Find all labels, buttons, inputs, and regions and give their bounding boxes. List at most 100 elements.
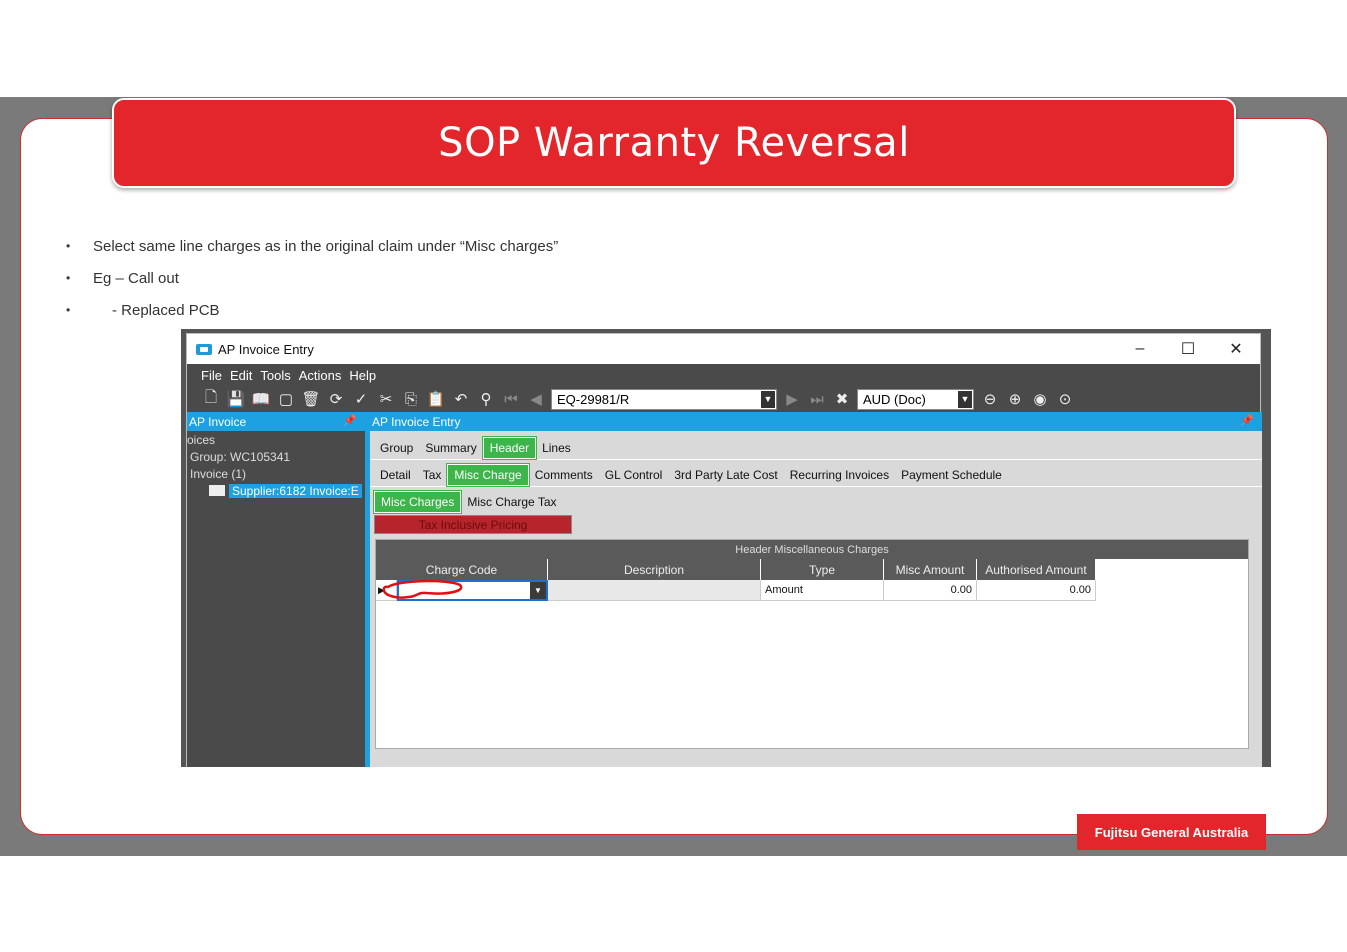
ap-invoice-window: AP Invoice Entry – ☐ ✕ File Edit Tools A… [186,333,1262,767]
paste-icon[interactable]: 📋 [426,390,446,408]
invoice-entry-title: AP Invoice Entry [372,414,461,429]
menu-help[interactable]: Help [349,368,376,383]
navigation-pane-header: AP Invoice 📌 [187,412,365,431]
grid-title: Header Miscellaneous Charges [376,540,1248,559]
window-title: AP Invoice Entry [218,341,314,357]
grid-header-row: Charge Code Description Type Misc Amount… [376,559,1248,580]
bullet-text: Select same line charges as in the origi… [93,237,559,255]
undo-icon[interactable]: ↶ [451,390,471,408]
next-record-icon[interactable]: ▶ [782,390,802,408]
footer-brand: Fujitsu General Australia [1077,814,1266,850]
column-header-authorised-amount[interactable]: Authorised Amount [977,559,1096,580]
folder-icon [209,485,225,496]
tree-item-selected[interactable]: Supplier:6182 Invoice:E [187,482,365,499]
minimize-icon[interactable]: – [1117,334,1163,364]
menu-edit[interactable]: Edit [230,368,252,383]
tab-detail[interactable]: Detail [374,464,417,486]
delete-icon[interactable]: 🗑 [301,390,321,408]
prev-record-icon[interactable]: ◀ [526,390,546,408]
bullet-text: Eg – Call out [93,269,179,287]
refresh-icon[interactable]: ⟳ [326,390,346,408]
description-cell[interactable] [548,580,761,601]
column-header-misc-amount[interactable]: Misc Amount [884,559,977,580]
menu-bar: File Edit Tools Actions Help [187,364,1260,386]
column-header-type[interactable]: Type [761,559,884,580]
invoice-entry-header: AP Invoice Entry 📌 [370,412,1262,431]
tabs-level1: Group Summary Header Lines [370,431,1262,460]
forward-icon[interactable]: ⊕ [1005,390,1025,408]
bullet-item: • Eg – Call out [66,269,179,287]
tab-lines[interactable]: Lines [536,437,577,459]
tab-header[interactable]: Header [481,436,538,460]
app-screenshot: AP Invoice Entry – ☐ ✕ File Edit Tools A… [181,329,1271,767]
navigation-tree: oices Group: WC105341 Invoice (1) Suppli… [187,431,365,499]
navigation-pane-title: AP Invoice [189,414,247,429]
back-icon[interactable]: ⊖ [980,390,1000,408]
authorised-amount-cell[interactable]: 0.00 [977,580,1096,601]
record-selector[interactable]: EQ-29981/R ▼ [551,388,777,410]
tree-item[interactable]: oices [187,431,365,448]
tab-summary[interactable]: Summary [419,437,482,459]
tax-inclusive-pricing-toggle[interactable]: Tax Inclusive Pricing [374,515,572,534]
last-record-icon[interactable]: ⏭ [807,391,827,408]
tabs-level2: Detail Tax Misc Charge Comments GL Contr… [370,459,1262,487]
cancel-icon[interactable]: ✖ [832,390,852,408]
column-header-charge-code[interactable]: Charge Code [376,559,548,580]
currency-selector[interactable]: AUD (Doc) ▼ [857,388,974,410]
copy-icon[interactable]: ⎘ [401,391,421,408]
menu-actions[interactable]: Actions [299,368,342,383]
chevron-down-icon[interactable]: ▼ [530,582,546,599]
pin-icon[interactable]: 📌 [1240,414,1254,427]
save-icon[interactable]: 💾 [226,390,246,408]
tab-3rd-party-late-cost[interactable]: 3rd Party Late Cost [668,464,783,486]
bullet-item: • Select same line charges as in the orig… [66,237,559,255]
menu-tools[interactable]: Tools [260,368,290,383]
find-icon[interactable]: ⚲ [476,390,496,408]
open-icon[interactable]: 📖 [251,390,271,408]
misc-amount-cell[interactable]: 0.00 [884,580,977,601]
slide: SOP Warranty Reversal • Select same line … [0,0,1347,952]
tab-comments[interactable]: Comments [529,464,599,486]
menu-file[interactable]: File [201,368,222,383]
first-record-icon[interactable]: ⏮ [501,391,521,408]
tab-misc-charge[interactable]: Misc Charge [446,463,530,487]
stop-icon[interactable]: ◉ [1030,390,1050,408]
bullet-list: • Select same line charges as in the orig… [66,230,558,326]
tab-payment-schedule[interactable]: Payment Schedule [895,464,1008,486]
note-icon[interactable]: ▢ [276,390,296,408]
currency-selector-value: AUD (Doc) [863,391,926,407]
tabs-level3: Misc Charges Misc Charge Tax [370,486,1262,514]
close-icon[interactable]: ✕ [1213,334,1259,364]
tab-gl-control[interactable]: GL Control [599,464,669,486]
misc-charges-grid: Header Miscellaneous Charges Charge Code… [375,539,1249,749]
navigation-pane: AP Invoice 📌 oices Group: WC105341 Invoi… [187,412,365,767]
tab-misc-charges[interactable]: Misc Charges [372,490,463,514]
toolbar: 🗋 💾 📖 ▢ 🗑 ⟳ ✓ ✂ ⎘ 📋 ↶ ⚲ ⏮ ◀ EQ-29981/R ▼… [187,386,1260,412]
bullet-text: - Replaced PCB [112,301,220,319]
table-row[interactable]: ▶ ▼ Amount 0.00 0.00 [376,580,1248,601]
play-icon[interactable]: ⊙ [1055,390,1075,408]
tree-item[interactable]: Group: WC105341 [187,448,365,465]
tree-item-label: Supplier:6182 Invoice:E [229,483,362,498]
invoice-entry-pane: AP Invoice Entry 📌 Group Summary Header … [370,412,1262,767]
pin-icon[interactable]: 📌 [343,414,357,427]
tab-recurring-invoices[interactable]: Recurring Invoices [784,464,895,486]
column-header-description[interactable]: Description [548,559,761,580]
red-annotation-circle [382,579,463,599]
tab-tax[interactable]: Tax [417,464,448,486]
slide-title-banner: SOP Warranty Reversal [112,98,1236,188]
cut-icon[interactable]: ✂ [376,390,396,408]
maximize-icon[interactable]: ☐ [1165,334,1211,364]
type-cell[interactable]: Amount [761,580,884,601]
slide-title: SOP Warranty Reversal [438,120,910,166]
clear-icon[interactable]: ✓ [351,390,371,408]
record-selector-value: EQ-29981/R [557,391,630,407]
chevron-down-icon[interactable]: ▼ [958,390,972,408]
new-icon[interactable]: 🗋 [201,387,221,412]
tab-misc-charge-tax[interactable]: Misc Charge Tax [461,491,562,513]
tree-item[interactable]: Invoice (1) [187,465,365,482]
tab-group[interactable]: Group [374,437,419,459]
bullet-item: • - Replaced PCB [66,301,220,319]
chevron-down-icon[interactable]: ▼ [761,390,775,408]
app-icon [196,343,212,355]
